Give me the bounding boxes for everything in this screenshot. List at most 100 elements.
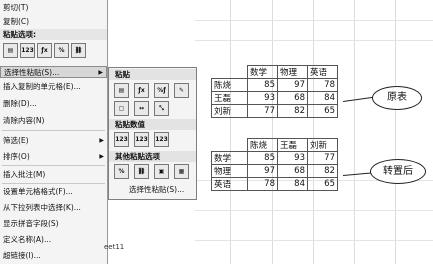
formula-fx-icon[interactable]: ƒx [37, 43, 52, 58]
context-menu: 剪切(T) 复制(C) 粘贴选项: ▤ 123 ƒx % ⛓ 选择性粘贴(S).… [0, 0, 108, 264]
menu-item-label: 排序(O) [3, 152, 30, 161]
table-cell[interactable] [211, 65, 248, 79]
menu-divider [2, 165, 105, 166]
table-cell[interactable]: 97 [277, 78, 308, 92]
table-cell[interactable]: 物理 [211, 164, 248, 178]
chevron-right-icon: ▶ [99, 153, 104, 160]
menu-item-clear-contents[interactable]: 清除内容(N) [0, 115, 107, 127]
table-cell[interactable]: 77 [247, 104, 278, 118]
table-row: 陈烧 王磊 刘新 [211, 138, 338, 152]
menu-item-pick-from-list[interactable]: 从下拉列表中选择(K)... [0, 202, 107, 214]
menu-item-paste-special[interactable]: 选择性粘贴(S)... ▶ [0, 66, 107, 78]
menu-item-hyperlink[interactable]: 超链接(I)... [0, 250, 107, 262]
values-number-format-icon[interactable]: 123 [134, 132, 149, 147]
menu-item-insert-copied-cells[interactable]: 插入复制的单元格(E)... [0, 81, 107, 93]
table-cell[interactable]: 78 [247, 177, 278, 191]
menu-item-label: 删除(D)... [3, 99, 37, 108]
formatting-percent-icon[interactable]: % [114, 164, 129, 179]
table-cell[interactable]: 93 [247, 91, 278, 105]
callout-transposed: 转置后 [370, 159, 426, 184]
menu-item-format-cells[interactable]: 设置单元格格式(F)... [0, 186, 107, 198]
menu-divider [2, 183, 105, 184]
chevron-right-icon: ▶ [98, 69, 103, 76]
menu-item-label: 从下拉列表中选择(K)... [3, 203, 81, 212]
table-header-cell[interactable]: 王磊 [277, 138, 308, 152]
table-cell[interactable]: 刘新 [211, 104, 248, 118]
menu-item-define-name[interactable]: 定义名称(A)... [0, 234, 107, 246]
menu-item-phonetic-field[interactable]: 显示拼音字段(S) [0, 218, 107, 230]
table-cell[interactable]: 82 [277, 104, 308, 118]
submenu-header-other: 其他粘贴选项 [109, 151, 196, 162]
sheet-tab[interactable]: eet11 [104, 242, 150, 252]
table-cell[interactable]: 68 [277, 91, 308, 105]
menu-item-label: 清除内容(N) [3, 116, 45, 125]
paste-options-header: 粘贴选项: [0, 29, 107, 40]
no-borders-icon[interactable]: ▢ [114, 101, 129, 116]
linked-picture-icon[interactable]: ▦ [174, 164, 189, 179]
gridline [195, 40, 433, 41]
paste-special-submenu: 粘贴 ▤ ƒx %ƒ ✎ ▢ ↔ ⤡ 粘贴数值 123 123 123 其他粘贴… [108, 67, 197, 200]
menu-item-sort[interactable]: 排序(O) ▶ [0, 151, 107, 163]
menu-item-label: 插入批注(M) [3, 170, 46, 179]
table-cell[interactable]: 82 [307, 164, 338, 178]
table-cell[interactable]: 84 [277, 177, 308, 191]
values-source-format-icon[interactable]: 123 [154, 132, 169, 147]
table-header-cell[interactable]: 数学 [247, 65, 278, 79]
chevron-right-icon: ▶ [99, 137, 104, 144]
keep-source-format-icon[interactable]: ✎ [174, 83, 189, 98]
gridline [195, 240, 433, 241]
paste-icon[interactable]: ▤ [3, 43, 18, 58]
table-row: 王磊 93 68 84 [211, 91, 338, 105]
menu-item-insert-comment[interactable]: 插入批注(M) [0, 169, 107, 181]
table-cell[interactable]: 78 [307, 78, 338, 92]
values-123-icon[interactable]: 123 [20, 43, 35, 58]
submenu-item-paste-special[interactable]: 选择性粘贴(S)... [129, 184, 184, 195]
transposed-table: 陈烧 王磊 刘新 数学 85 93 77 物理 97 68 82 英语 78 8… [211, 138, 338, 191]
table-cell[interactable] [211, 138, 248, 152]
transpose-icon[interactable]: ⤡ [154, 101, 169, 116]
callout-original: 原表 [372, 86, 422, 110]
percent-format-icon[interactable]: % [54, 43, 69, 58]
menu-item-label: 复制(C) [3, 17, 30, 26]
values-123-icon[interactable]: 123 [114, 132, 129, 147]
menu-item-label: 定义名称(A)... [3, 235, 52, 244]
picture-icon[interactable]: ▣ [154, 164, 169, 179]
table-cell[interactable]: 68 [277, 164, 308, 178]
table-cell[interactable]: 77 [307, 151, 338, 165]
keep-column-width-icon[interactable]: ↔ [134, 101, 149, 116]
table-header-cell[interactable]: 刘新 [307, 138, 338, 152]
table-cell[interactable]: 王磊 [211, 91, 248, 105]
table-cell[interactable]: 65 [307, 177, 338, 191]
table-cell[interactable]: 97 [247, 164, 278, 178]
menu-item-label: 设置单元格格式(F)... [3, 187, 73, 196]
table-row: 数学 85 93 77 [211, 151, 338, 165]
table-cell[interactable]: 65 [307, 104, 338, 118]
menu-item-label: 插入复制的单元格(E)... [3, 82, 81, 91]
paste-link-icon[interactable]: ⛓ [134, 164, 149, 179]
table-cell[interactable]: 陈烧 [211, 78, 248, 92]
table-row: 英语 78 84 65 [211, 177, 338, 191]
menu-item-label: 超链接(I)... [3, 251, 41, 260]
formula-fx-icon[interactable]: ƒx [134, 83, 149, 98]
table-row: 数学 物理 英语 [211, 65, 338, 79]
table-cell[interactable]: 85 [247, 78, 278, 92]
gridline [195, 20, 433, 21]
link-icon[interactable]: ⛓ [71, 43, 86, 58]
table-row: 陈烧 85 97 78 [211, 78, 338, 92]
table-cell[interactable]: 85 [247, 151, 278, 165]
menu-item-copy[interactable]: 复制(C) [0, 16, 107, 28]
table-cell[interactable]: 93 [277, 151, 308, 165]
table-row: 刘新 77 82 65 [211, 104, 338, 118]
formula-format-icon[interactable]: %ƒ [154, 83, 169, 98]
menu-item-filter[interactable]: 筛选(E) ▶ [0, 135, 107, 147]
menu-item-delete[interactable]: 删除(D)... [0, 98, 107, 110]
table-header-cell[interactable]: 英语 [307, 65, 338, 79]
table-header-cell[interactable]: 物理 [277, 65, 308, 79]
table-header-cell[interactable]: 陈烧 [247, 138, 278, 152]
table-cell[interactable]: 84 [307, 91, 338, 105]
table-cell[interactable]: 英语 [211, 177, 248, 191]
table-row: 物理 97 68 82 [211, 164, 338, 178]
paste-icon[interactable]: ▤ [114, 83, 129, 98]
menu-item-cut[interactable]: 剪切(T) [0, 2, 107, 14]
table-cell[interactable]: 数学 [211, 151, 248, 165]
